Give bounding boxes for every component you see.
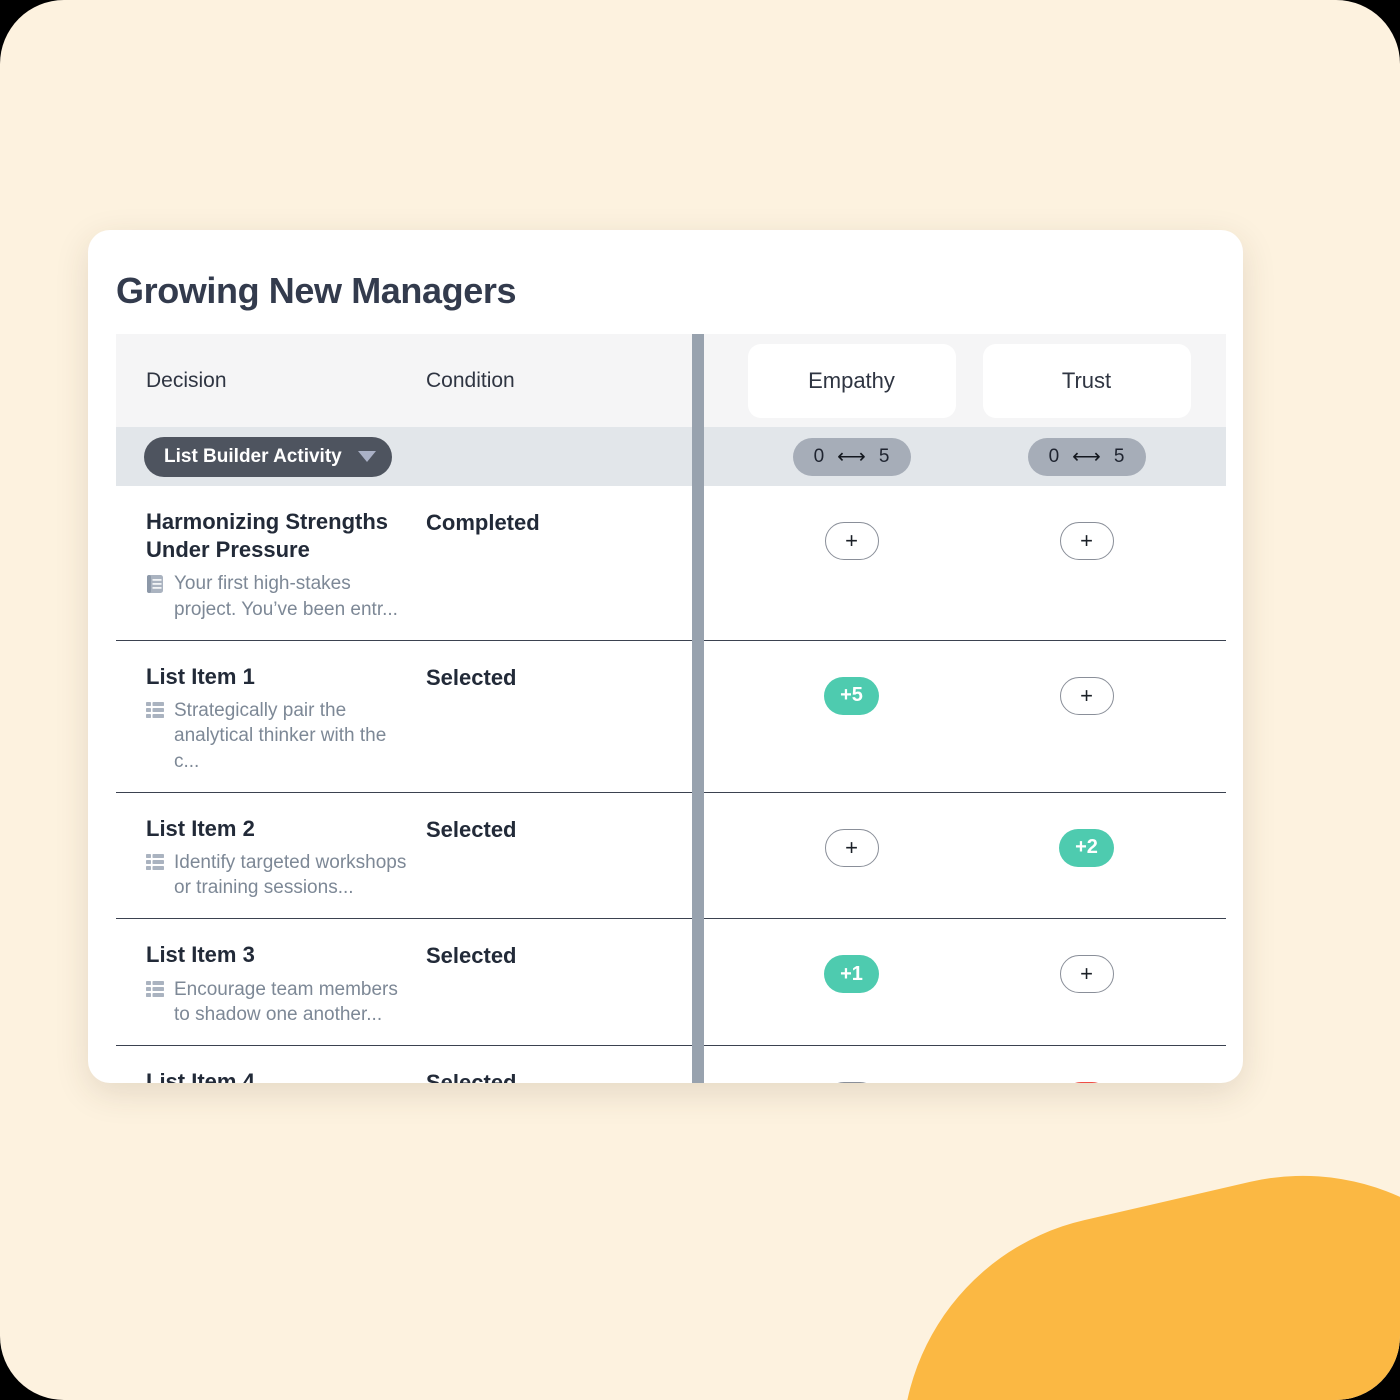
badge-cell: + [969, 919, 1204, 1045]
add-score-button[interactable]: + [1059, 522, 1114, 560]
range-pill-trust[interactable]: 0 ⟷ 5 [1027, 437, 1146, 476]
score-badge[interactable]: +5 [824, 676, 879, 715]
table-row[interactable]: List Item 3 Encourage team members to sha… [116, 919, 1226, 1047]
metric-col-0: Empathy [734, 334, 969, 427]
badge-cell: -2 [969, 1046, 1204, 1083]
range-col-1: 0 ⟷ 5 [969, 427, 1204, 486]
row-description: Strategically pair the analytical thinke… [146, 698, 410, 774]
score-badge[interactable]: -2 [1061, 1082, 1112, 1083]
tab-empathy[interactable]: Empathy [747, 343, 956, 418]
cell-decision: List Item 4Delegate tasks strategically [116, 1046, 426, 1083]
range-min-empathy: 0 [813, 445, 825, 467]
activity-selector-dropdown[interactable]: List Builder Activity [144, 436, 392, 477]
add-score-button[interactable]: + [824, 522, 879, 560]
list-icon-svg [146, 853, 164, 870]
cell-condition: Selected [426, 816, 517, 842]
page-title: Growing New Managers [116, 270, 517, 311]
row-title: List Item 4 [146, 1069, 255, 1083]
badge-cell: + [969, 641, 1204, 792]
badge-cell: +5 [734, 641, 969, 792]
table-row[interactable]: List Item 1 Strategically pair the analyt… [116, 641, 1226, 793]
range-arrow-icon: ⟷ [837, 445, 866, 468]
badge-cell: + [734, 486, 969, 640]
row-description: Identify targeted workshops or training … [146, 850, 410, 901]
range-max-empathy: 5 [878, 445, 890, 467]
table-header-row: Decision Condition Empathy Trust [116, 334, 1226, 427]
range-max-trust: 5 [1113, 445, 1125, 467]
row-title: List Item 3 [146, 942, 255, 968]
range-arrow-icon: ⟷ [1072, 445, 1101, 468]
badge-cell: + [734, 793, 969, 919]
cell-decision: List Item 1 Strategically pair the analyt… [116, 641, 426, 792]
activity-card: Growing New Managers Decision Condition … [88, 230, 1243, 1083]
chevron-down-icon [357, 451, 376, 462]
add-score-button[interactable]: + [824, 828, 879, 867]
row-description-text: Identify targeted workshops or training … [174, 851, 407, 899]
score-badge[interactable]: +1 [824, 955, 879, 994]
range-min-trust: 0 [1048, 445, 1060, 467]
row-title: List Item 1 [146, 663, 255, 689]
page-canvas: Growing New Managers Decision Condition … [0, 0, 1400, 1400]
cell-condition: Completed [426, 510, 540, 535]
decorative-orange-shape [855, 1129, 1400, 1400]
table-body: Harmonizing Strengths Under Pressure Your… [116, 486, 1226, 1083]
add-score-button[interactable]: + [1059, 955, 1114, 994]
header-cell-decision: Decision [116, 369, 426, 393]
list-icon-svg [146, 702, 164, 718]
row-scores: +5 + [734, 641, 1226, 792]
table-row[interactable]: List Item 4Delegate tasks strategicallyS… [116, 1046, 1226, 1083]
badge-cell: +2 [969, 793, 1204, 919]
activity-row: List Builder Activity 0 ⟷ 5 0 ⟷ 5 [116, 427, 1226, 486]
row-title: List Item 2 [146, 815, 255, 841]
badge-cell: + [734, 1046, 969, 1083]
add-score-button[interactable]: + [1059, 676, 1114, 715]
score-badge[interactable]: +2 [1059, 828, 1114, 867]
badge-cell: + [969, 486, 1204, 640]
row-description-text: Your first high-stakes project. You’ve b… [174, 573, 398, 620]
book-icon [146, 574, 164, 622]
range-col-0: 0 ⟷ 5 [734, 427, 969, 486]
tab-trust[interactable]: Trust [982, 343, 1191, 418]
list-icon [146, 853, 164, 901]
cell-condition: Selected [426, 664, 517, 690]
decision-table: Decision Condition Empathy Trust List Bu… [116, 334, 1226, 1083]
header-cell-condition: Condition [426, 369, 651, 393]
row-scores: + -2 [734, 1046, 1226, 1083]
badge-cell: +1 [734, 919, 969, 1045]
header-label-decision: Decision [146, 368, 227, 392]
row-description: Your first high-stakes project. You’ve b… [146, 571, 410, 622]
column-group-divider [692, 334, 704, 1083]
header-label-condition: Condition [426, 368, 515, 392]
metric-tabs: Empathy Trust [734, 334, 1226, 427]
row-scores: + + [734, 486, 1226, 640]
metric-col-1: Trust [969, 334, 1204, 427]
row-title: Harmonizing Strengths Under Pressure [146, 509, 389, 563]
cell-decision: Harmonizing Strengths Under Pressure Your… [116, 486, 426, 640]
table-row[interactable]: List Item 2 Identify targeted workshops o… [116, 793, 1226, 920]
row-description-text: Strategically pair the analytical thinke… [174, 700, 387, 772]
activity-selector-label: List Builder Activity [164, 445, 342, 467]
cell-condition: Selected [426, 943, 517, 969]
list-icon-svg [146, 980, 164, 997]
cell-decision: List Item 3 Encourage team members to sha… [116, 919, 426, 1045]
row-scores: + +2 [734, 793, 1226, 919]
add-score-button[interactable]: + [824, 1082, 879, 1083]
cell-condition: Selected [426, 1070, 517, 1083]
row-description-text: Encourage team members to shadow one ano… [174, 978, 398, 1025]
row-description: Encourage team members to shadow one ano… [146, 977, 410, 1028]
list-icon [146, 701, 164, 774]
list-icon [146, 980, 164, 1028]
metric-ranges: 0 ⟷ 5 0 ⟷ 5 [734, 427, 1226, 486]
cell-decision: List Item 2 Identify targeted workshops o… [116, 793, 426, 919]
row-scores: +1 + [734, 919, 1226, 1045]
book-icon-svg [147, 575, 163, 594]
table-row[interactable]: Harmonizing Strengths Under Pressure Your… [116, 486, 1226, 641]
range-pill-empathy[interactable]: 0 ⟷ 5 [792, 437, 911, 476]
